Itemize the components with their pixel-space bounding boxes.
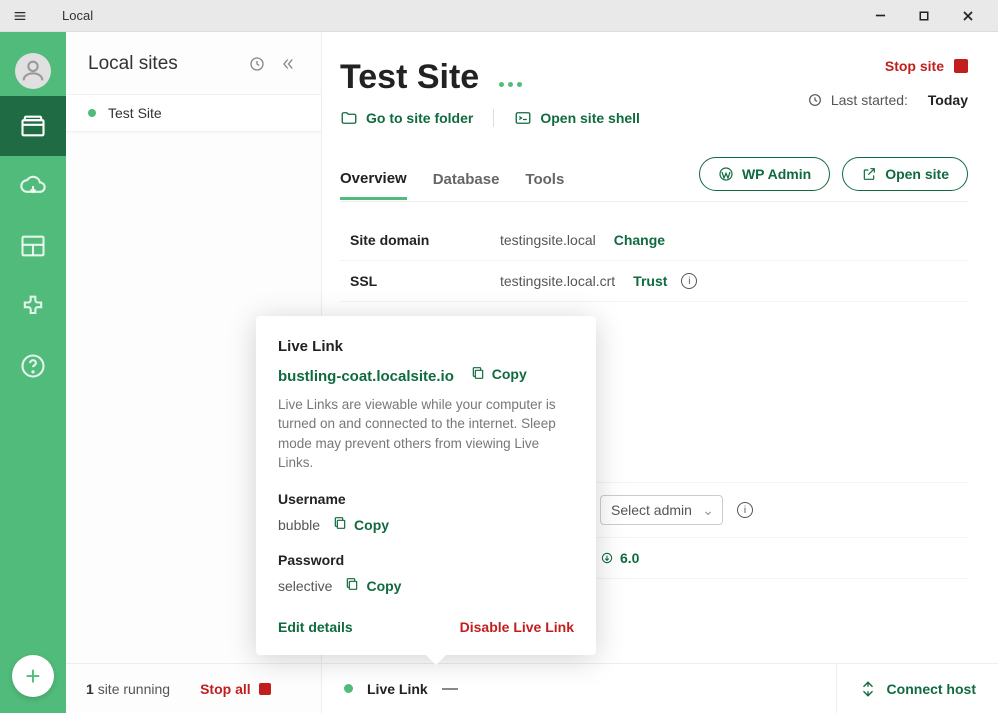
- hamburger-menu-button[interactable]: [8, 4, 32, 28]
- help-nav-icon[interactable]: [0, 336, 66, 396]
- open-shell-link[interactable]: Open site shell: [514, 109, 640, 127]
- vertical-sidebar: +: [0, 32, 66, 713]
- sites-panel-footer: 1 site running Stop all: [66, 663, 321, 713]
- avatar-button[interactable]: [0, 46, 66, 96]
- add-site-button[interactable]: +: [12, 655, 54, 697]
- stop-all-button[interactable]: Stop all: [200, 681, 271, 697]
- trust-ssl-link[interactable]: Trust: [633, 273, 667, 289]
- password-label: Password: [278, 552, 574, 568]
- stop-square-icon: [259, 683, 271, 695]
- site-title: Test Site: [340, 58, 479, 97]
- copy-icon: [344, 576, 360, 595]
- disable-live-link-button[interactable]: Disable Live Link: [460, 619, 574, 635]
- sites-nav-icon[interactable]: [0, 96, 66, 156]
- status-dot-icon: [88, 109, 96, 117]
- status-dot-icon: [344, 684, 353, 693]
- site-list-item[interactable]: Test Site: [66, 94, 321, 132]
- change-domain-link[interactable]: Change: [614, 232, 665, 248]
- app-title: Local: [62, 8, 93, 23]
- stop-site-button[interactable]: Stop site: [807, 58, 968, 74]
- detail-row-ssl: SSL testingsite.local.crt Trust i: [340, 261, 968, 302]
- copy-username-button[interactable]: Copy: [332, 515, 389, 534]
- sites-header-title: Local sites: [88, 53, 239, 75]
- recent-icon[interactable]: [245, 52, 269, 76]
- maximize-button[interactable]: [902, 0, 946, 32]
- info-icon[interactable]: i: [681, 273, 697, 289]
- live-link-popover: Live Link bustling-coat.localsite.io Cop…: [256, 316, 596, 655]
- tab-tools[interactable]: Tools: [525, 161, 564, 198]
- popover-description: Live Links are viewable while your compu…: [278, 395, 574, 473]
- version-link[interactable]: 6.0: [600, 550, 639, 566]
- live-link-toggle[interactable]: Live Link: [367, 681, 428, 697]
- edit-details-link[interactable]: Edit details: [278, 619, 353, 635]
- last-started-text: Last started: Today: [807, 92, 968, 108]
- cloud-nav-icon[interactable]: [0, 156, 66, 216]
- select-admin-dropdown[interactable]: Select admin ⌄: [600, 495, 723, 525]
- site-list-item-label: Test Site: [108, 105, 162, 121]
- main-panel: Test Site Go to site folder Open site sh…: [322, 32, 998, 713]
- live-link-collapse-icon[interactable]: [442, 688, 458, 690]
- username-label: Username: [278, 491, 574, 507]
- copy-url-button[interactable]: Copy: [470, 365, 527, 384]
- connect-host-button[interactable]: Connect host: [836, 664, 976, 713]
- detail-row-version: 6.0: [590, 538, 968, 579]
- copy-icon: [470, 365, 486, 384]
- collapse-panel-icon[interactable]: [275, 52, 299, 76]
- minimize-button[interactable]: [858, 0, 902, 32]
- bottom-bar: Live Link Connect host Live Link bustlin…: [322, 663, 998, 713]
- copy-icon: [332, 515, 348, 534]
- detail-row-domain: Site domain testingsite.local Change: [340, 220, 968, 261]
- site-menu-dots-icon[interactable]: [499, 82, 522, 87]
- open-site-button[interactable]: Open site: [842, 157, 968, 191]
- popover-title: Live Link: [278, 338, 574, 355]
- info-icon[interactable]: i: [737, 502, 753, 518]
- chevron-down-icon: ⌄: [702, 502, 714, 519]
- tab-overview[interactable]: Overview: [340, 160, 407, 200]
- live-link-url[interactable]: bustling-coat.localsite.io: [278, 368, 454, 385]
- stop-square-icon: [954, 59, 968, 73]
- layout-nav-icon[interactable]: [0, 216, 66, 276]
- extensions-nav-icon[interactable]: [0, 276, 66, 336]
- tab-database[interactable]: Database: [433, 161, 500, 198]
- close-button[interactable]: [946, 0, 990, 32]
- titlebar: Local: [0, 0, 998, 32]
- copy-password-button[interactable]: Copy: [344, 576, 401, 595]
- go-to-folder-link[interactable]: Go to site folder: [340, 109, 473, 127]
- wp-admin-button[interactable]: WP Admin: [699, 157, 830, 191]
- password-value: selective: [278, 578, 332, 594]
- username-value: bubble: [278, 517, 320, 533]
